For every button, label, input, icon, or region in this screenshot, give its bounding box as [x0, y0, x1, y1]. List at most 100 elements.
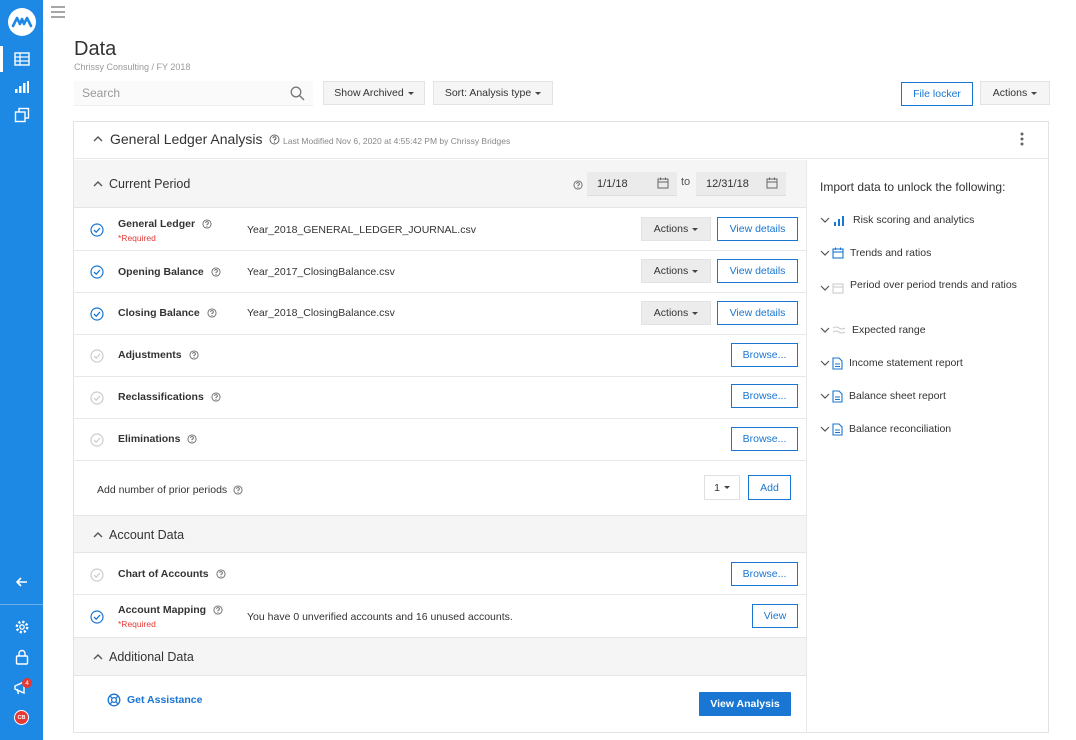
import-item-label: Period over period trends and ratios: [850, 279, 1017, 291]
import-item-income-statement[interactable]: Income statement report: [820, 357, 963, 370]
help-icon[interactable]: [211, 392, 221, 402]
add-button[interactable]: Add: [748, 475, 791, 500]
file-locker-button[interactable]: File locker: [901, 82, 973, 106]
page-title: Data: [74, 38, 117, 60]
row-actions-dropdown[interactable]: Actions: [641, 217, 711, 241]
view-details-button[interactable]: View details: [717, 301, 798, 325]
search-icon[interactable]: [290, 86, 305, 101]
chevron-up-icon[interactable]: [93, 653, 103, 661]
chevron-down-icon: [820, 426, 830, 432]
additional-data-title: Additional Data: [109, 650, 194, 664]
data-row-adjustments: Adjustments Browse...: [74, 336, 806, 377]
view-details-button[interactable]: View details: [717, 259, 798, 283]
help-icon[interactable]: [269, 134, 280, 145]
check-circle-icon: [90, 223, 104, 237]
start-date-field[interactable]: 1/1/18: [587, 172, 677, 196]
prior-periods-row: Add number of prior periods 1 Add: [74, 462, 806, 516]
avatar[interactable]: CB: [14, 710, 29, 725]
caret-down-icon: [723, 486, 730, 489]
collapse-arrow-icon[interactable]: [0, 569, 43, 595]
import-item-risk-scoring[interactable]: Risk scoring and analytics: [820, 214, 974, 226]
caret-down-icon: [535, 91, 542, 95]
bar-chart-icon[interactable]: [0, 74, 43, 100]
check-circle-icon: [90, 307, 104, 321]
import-item-label: Balance reconciliation: [849, 423, 952, 435]
breadcrumb[interactable]: Chrissy Consulting / FY 2018: [74, 62, 190, 72]
help-icon[interactable]: [187, 434, 197, 444]
account-data-title: Account Data: [109, 528, 185, 542]
data-row-chart-of-accounts: Chart of Accounts Browse...: [74, 554, 806, 595]
row-name: Chart of Accounts: [118, 568, 226, 580]
required-label: *Required: [118, 619, 156, 629]
view-details-button[interactable]: View details: [717, 217, 798, 241]
show-archived-label: Show Archived: [334, 87, 404, 99]
import-item-balance-reconciliation[interactable]: Balance reconciliation: [820, 423, 951, 436]
import-item-label: Balance sheet report: [849, 390, 946, 402]
help-icon[interactable]: [202, 219, 212, 229]
chevron-down-icon: [820, 217, 830, 223]
layers-icon[interactable]: [0, 102, 43, 128]
sort-dropdown[interactable]: Sort: Analysis type: [433, 81, 553, 105]
calendar-icon[interactable]: [766, 177, 778, 189]
chevron-up-icon[interactable]: [93, 180, 103, 188]
show-archived-dropdown[interactable]: Show Archived: [323, 81, 425, 105]
prior-periods-label: Add number of prior periods: [97, 484, 243, 496]
chevron-down-icon: [820, 285, 830, 291]
file-name: Year_2018_ClosingBalance.csv: [247, 307, 395, 319]
current-period-title: Current Period: [109, 177, 191, 191]
row-actions-dropdown[interactable]: Actions: [641, 259, 711, 283]
end-date-field[interactable]: 12/31/18: [696, 172, 786, 196]
help-icon[interactable]: [207, 308, 217, 318]
card-title: General Ledger Analysis: [110, 131, 263, 147]
browse-button[interactable]: Browse...: [731, 562, 798, 586]
caret-down-icon: [1031, 91, 1038, 95]
account-data-header[interactable]: Account Data: [74, 515, 806, 553]
row-name-text: General Ledger: [118, 218, 196, 230]
browse-button[interactable]: Browse...: [731, 384, 798, 408]
page-actions-dropdown[interactable]: Actions: [980, 81, 1050, 105]
empty-check-circle-icon: [90, 391, 104, 405]
row-name-text: Opening Balance: [118, 266, 204, 278]
logo-icon[interactable]: [0, 7, 43, 37]
import-item-balance-sheet[interactable]: Balance sheet report: [820, 390, 946, 403]
page-actions-label: Actions: [992, 87, 1028, 99]
calendar-icon[interactable]: [657, 177, 669, 189]
current-period-header[interactable]: Current Period 1/1/18 to 12/31/18: [74, 160, 806, 208]
browse-button[interactable]: Browse...: [731, 343, 798, 367]
kebab-menu-icon[interactable]: [1020, 132, 1024, 146]
calendar-icon: [832, 283, 844, 294]
import-item-expected-range[interactable]: Expected range: [820, 324, 926, 336]
import-item-trends-ratios[interactable]: Trends and ratios: [820, 247, 931, 259]
notification-badge: 4: [22, 678, 32, 688]
prior-periods-count-select[interactable]: 1: [704, 475, 740, 500]
caret-down-icon: [692, 311, 699, 315]
view-mapping-button[interactable]: View: [752, 604, 798, 628]
row-actions-dropdown[interactable]: Actions: [641, 301, 711, 325]
prior-periods-count: 1: [714, 481, 720, 494]
import-item-label: Income statement report: [849, 357, 963, 369]
file-name: Year_2017_ClosingBalance.csv: [247, 266, 395, 278]
get-assistance-link[interactable]: Get Assistance: [107, 693, 202, 707]
chevron-up-icon[interactable]: [93, 135, 103, 143]
view-analysis-button[interactable]: View Analysis: [699, 692, 791, 716]
row-name-text: Reclassifications: [118, 391, 204, 403]
help-icon[interactable]: [233, 485, 243, 495]
help-icon[interactable]: [213, 605, 223, 615]
hamburger-menu-icon[interactable]: [51, 6, 65, 18]
browse-button[interactable]: Browse...: [731, 427, 798, 451]
announcement-icon[interactable]: [0, 675, 43, 701]
document-icon: [832, 390, 843, 403]
help-icon[interactable]: [188, 350, 199, 360]
row-actions-label: Actions: [653, 265, 689, 277]
gear-icon[interactable]: [0, 614, 43, 640]
additional-data-header[interactable]: Additional Data: [74, 637, 806, 676]
search-input[interactable]: [74, 81, 313, 106]
lock-icon[interactable]: [0, 644, 43, 670]
import-item-period-over-period[interactable]: Period over period trends and ratios: [820, 278, 1020, 294]
help-icon[interactable]: [216, 569, 226, 579]
chevron-up-icon[interactable]: [93, 531, 103, 539]
table-icon[interactable]: [0, 46, 43, 72]
chevron-down-icon: [820, 250, 830, 256]
help-icon[interactable]: [573, 180, 583, 190]
help-icon[interactable]: [211, 267, 221, 277]
